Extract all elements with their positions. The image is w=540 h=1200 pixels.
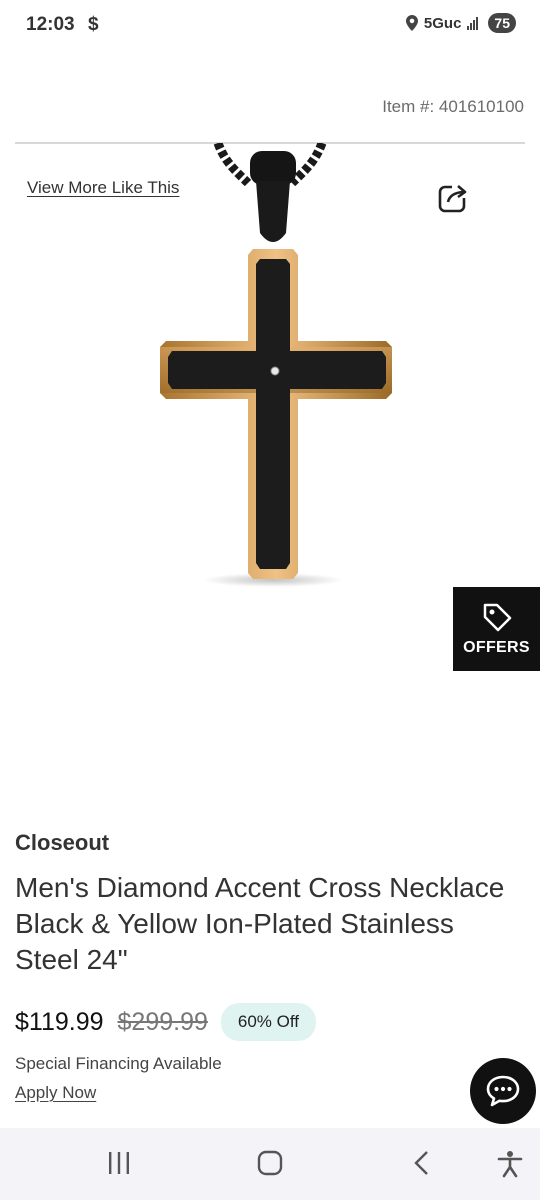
financing-text: Special Financing Available [15,1054,222,1073]
accessibility-icon [497,1151,523,1178]
price-row: $119.99 $299.99 60% Off [15,1003,317,1041]
home-icon [257,1150,283,1176]
network-label: 5Guc [423,14,462,32]
sale-price: $119.99 [15,1007,104,1036]
item-number: Item #: 401610100 [382,97,524,116]
recents-button[interactable] [105,1150,133,1181]
status-bar: 12:03 $ 5Guc 75 [0,0,540,50]
product-image[interactable] [150,143,400,593]
back-button[interactable] [408,1150,436,1181]
apply-now-link[interactable]: Apply Now [15,1083,96,1103]
home-button[interactable] [256,1150,284,1181]
offers-label: OFFERS [463,639,530,656]
share-icon [438,184,468,213]
signal-icon [467,16,479,30]
product-title: Men's Diamond Accent Cross Necklace Blac… [15,872,505,975]
status-indicators: 5Guc 75 [405,13,516,33]
share-button[interactable] [436,181,470,215]
chat-icon [486,1075,520,1107]
discount-badge: 60% Off [220,1003,317,1041]
tag-icon [483,603,511,632]
chat-button[interactable] [470,1058,536,1124]
accessibility-button[interactable] [496,1150,524,1183]
original-price: $299.99 [117,1007,208,1036]
dollar-icon: $ [88,14,99,35]
offers-button[interactable]: OFFERS [453,587,540,671]
closeout-badge: Closeout [15,830,110,855]
location-icon [405,15,418,31]
system-nav-bar [0,1128,540,1200]
recents-icon [109,1152,129,1174]
back-icon [414,1151,428,1175]
view-more-like-this-link[interactable]: View More Like This [27,178,179,198]
battery-indicator: 75 [488,13,516,33]
status-time: 12:03 [26,14,75,35]
